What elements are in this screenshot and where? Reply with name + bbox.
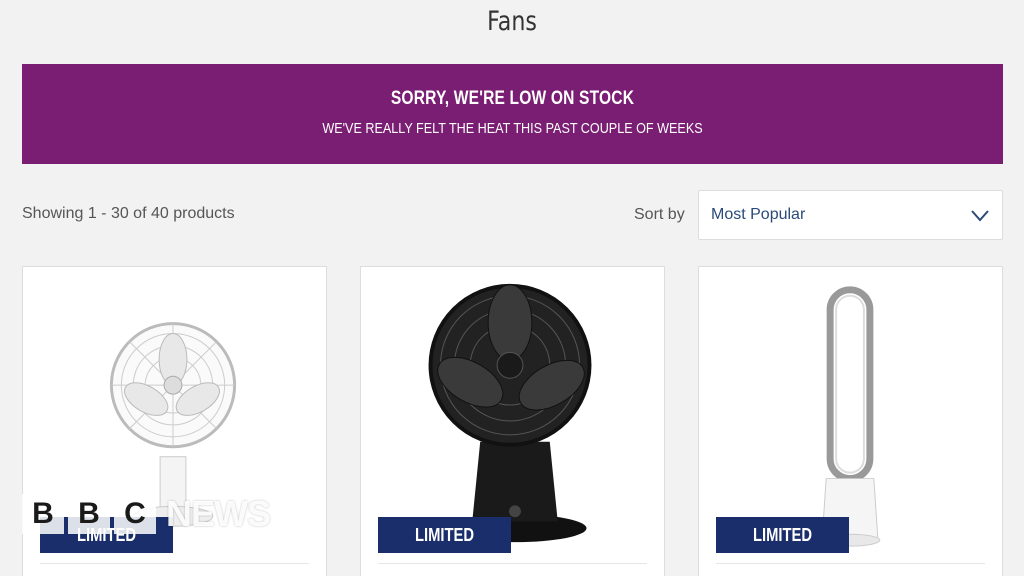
sort-dropdown[interactable]: Most Popular (698, 190, 1003, 240)
bbc-news-watermark: B B C NEWS (22, 493, 271, 534)
watermark-letter: C (114, 494, 156, 534)
sort-selected-value: Most Popular (711, 206, 806, 223)
sort-label: Sort by (634, 206, 685, 223)
product-image-black-pedestal-fan[interactable] (361, 267, 664, 557)
card-divider (40, 563, 309, 564)
watermark-letter: B (22, 494, 64, 534)
page-title: Fans (487, 6, 537, 37)
limited-stock-badge: LIMITED STOCK (716, 517, 849, 576)
card-divider (378, 563, 647, 564)
banner-subheading: WE'VE REALLY FELT THE HEAT THIS PAST COU… (322, 120, 703, 137)
product-card[interactable]: LIMITED STOCK (360, 266, 665, 576)
watermark-news-text: NEWS (166, 493, 271, 534)
low-stock-banner: SORRY, WE'RE LOW ON STOCK WE'VE REALLY F… (22, 64, 1003, 164)
product-image-bladeless-tower-fan[interactable] (699, 267, 1002, 557)
limited-stock-badge: LIMITED STOCK (378, 517, 511, 576)
results-count: Showing 1 - 30 of 40 products (22, 205, 235, 222)
banner-heading: SORRY, WE'RE LOW ON STOCK (390, 88, 635, 109)
watermark-letter: B (68, 494, 110, 534)
chevron-down-icon (971, 210, 989, 222)
card-divider (716, 563, 985, 564)
product-card[interactable]: LIMITED STOCK (698, 266, 1003, 576)
